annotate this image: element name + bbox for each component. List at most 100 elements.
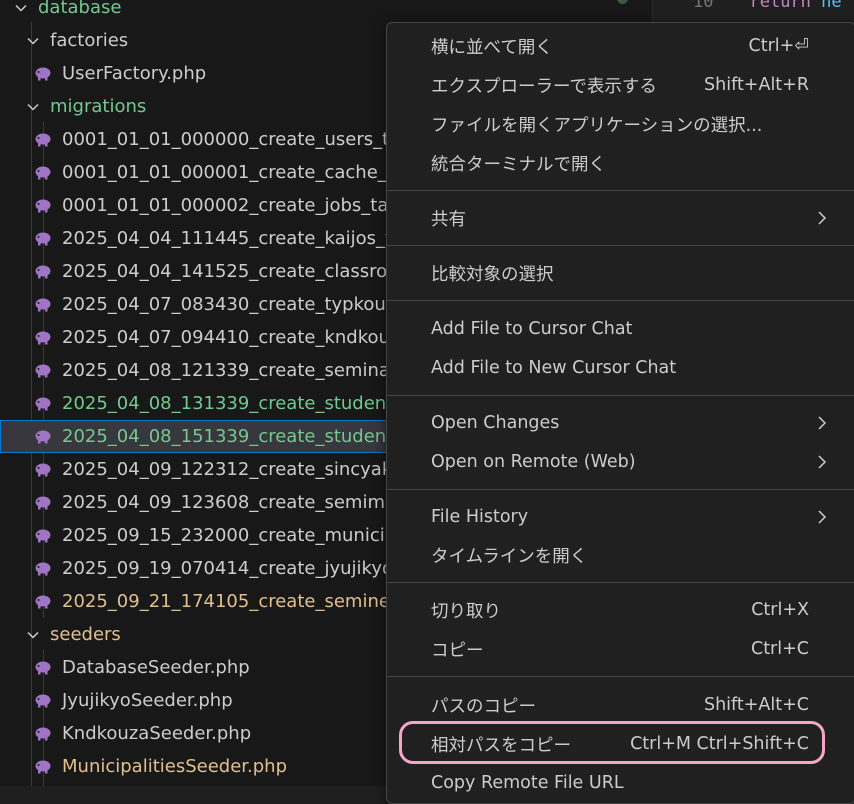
- menu-separator: [387, 489, 854, 490]
- file-label: 2025_04_04_111445_create_kaijos_tab: [62, 228, 415, 249]
- chevron-right-icon: [818, 416, 827, 430]
- menu-item-copy[interactable]: コピー Ctrl+C: [387, 630, 854, 668]
- menu-item-label: 統合ターミナルで開く: [431, 154, 606, 175]
- menu-item-label: 共有: [431, 209, 466, 230]
- chevron-down-icon: [24, 32, 42, 50]
- menu-item-open-in-terminal[interactable]: 統合ターミナルで開く: [387, 144, 854, 182]
- php-elephant-icon: [34, 496, 52, 510]
- keyword-token: return: [749, 0, 811, 12]
- menu-item-add-to-cursor-chat[interactable]: Add File to Cursor Chat: [387, 310, 854, 348]
- menu-item-copy-relative-path[interactable]: 相対パスをコピー Ctrl+M Ctrl+Shift+C: [387, 725, 854, 763]
- menu-item-label: コピー: [431, 640, 484, 661]
- chevron-down-icon: [24, 98, 42, 116]
- menu-item-label: エクスプローラーで表示する: [431, 76, 657, 97]
- modified-dot-icon: [617, 0, 628, 4]
- folder-label: seeders: [50, 624, 121, 645]
- php-elephant-icon: [34, 364, 52, 378]
- menu-item-label: ファイルを開くアプリケーションの選択...: [431, 115, 763, 136]
- php-elephant-icon: [34, 529, 52, 543]
- menu-separator: [387, 395, 854, 396]
- php-elephant-icon: [34, 562, 52, 576]
- folder-label: migrations: [50, 96, 147, 117]
- menu-item-label: 比較対象の選択: [431, 264, 554, 285]
- menu-item-file-history[interactable]: File History: [387, 498, 854, 536]
- menu-item-add-to-new-cursor-chat[interactable]: Add File to New Cursor Chat: [387, 349, 854, 387]
- menu-item-label: Add File to New Cursor Chat: [431, 358, 677, 378]
- file-label: 2025_04_07_083430_create_typkouzas: [62, 294, 416, 315]
- file-label: DatabaseSeeder.php: [62, 657, 250, 678]
- chevron-right-icon: [818, 211, 827, 225]
- file-label: 2025_04_08_121339_create_seminars_: [62, 360, 416, 381]
- chevron-right-icon: [818, 455, 827, 469]
- menu-item-shortcut: Shift+Alt+R: [704, 75, 809, 95]
- file-label: 2025_04_08_131339_create_studentda: [62, 393, 416, 414]
- file-label: JyujikyoSeeder.php: [62, 690, 233, 711]
- file-label: 2025_04_08_151339_create_students_: [62, 426, 412, 447]
- php-elephant-icon: [34, 661, 52, 675]
- menu-item-share[interactable]: 共有: [387, 199, 854, 237]
- menu-item-reveal-in-explorer[interactable]: エクスプローラーで表示する Shift+Alt+R: [387, 66, 854, 104]
- menu-separator: [387, 190, 854, 191]
- php-elephant-icon: [34, 331, 52, 345]
- file-label: 2025_04_09_123608_create_semimess: [62, 492, 415, 513]
- file-label: 2025_09_21_174105_create_seminerda: [62, 591, 420, 612]
- menu-item-open-changes[interactable]: Open Changes: [387, 404, 854, 442]
- php-elephant-icon: [34, 727, 52, 741]
- menu-item-label: 相対パスをコピー: [431, 735, 571, 756]
- php-elephant-icon: [34, 199, 52, 213]
- menu-separator: [387, 300, 854, 301]
- php-elephant-icon: [34, 397, 52, 411]
- file-label: 2025_04_07_094410_create_kndkouza: [62, 327, 411, 348]
- menu-item-shortcut: Ctrl+⏎: [748, 36, 809, 56]
- file-label: MunicipalitiesSeeder.php: [62, 756, 288, 777]
- menu-item-select-for-compare[interactable]: 比較対象の選択: [387, 254, 854, 292]
- menu-item-shortcut: Ctrl+X: [751, 600, 809, 620]
- php-elephant-icon: [34, 67, 52, 81]
- php-elephant-icon: [34, 265, 52, 279]
- folder-label: database: [38, 0, 122, 18]
- php-elephant-icon: [34, 595, 52, 609]
- menu-item-copy-path[interactable]: パスのコピー Shift+Alt+C: [387, 686, 854, 724]
- menu-item-open-to-side[interactable]: 横に並べて開く Ctrl+⏎: [387, 27, 854, 65]
- file-label: 2025_09_19_070414_create_jyujikyos_: [62, 558, 412, 579]
- menu-item-label: 横に並べて開く: [431, 37, 553, 58]
- menu-separator: [387, 245, 854, 246]
- php-elephant-icon: [34, 760, 52, 774]
- code-token: ne: [821, 0, 842, 12]
- menu-separator: [387, 676, 854, 677]
- menu-item-label: 切り取り: [431, 601, 501, 622]
- chevron-right-icon: [818, 510, 827, 524]
- file-label: UserFactory.php: [62, 63, 207, 84]
- context-menu: 横に並べて開く Ctrl+⏎ エクスプローラーで表示する Shift+Alt+R…: [386, 22, 854, 804]
- file-label: 0001_01_01_000001_create_cache_tab: [62, 162, 417, 183]
- menu-item-shortcut: Shift+Alt+C: [703, 695, 809, 715]
- menu-item-label: Open on Remote (Web): [431, 452, 636, 472]
- menu-item-label: パスのコピー: [431, 696, 536, 717]
- php-elephant-icon: [34, 694, 52, 708]
- menu-item-label: タイムラインを開く: [431, 546, 588, 567]
- file-label: 0001_01_01_000002_create_jobs_table: [62, 195, 416, 216]
- php-elephant-icon: [34, 133, 52, 147]
- php-elephant-icon: [34, 232, 52, 246]
- php-elephant-icon: [34, 463, 52, 477]
- php-elephant-icon: [34, 298, 52, 312]
- menu-item-open-on-remote[interactable]: Open on Remote (Web): [387, 443, 854, 481]
- menu-item-label: Open Changes: [431, 413, 560, 433]
- menu-item-copy-remote-url[interactable]: Copy Remote File URL: [387, 764, 854, 802]
- menu-separator: [387, 582, 854, 583]
- menu-item-cut[interactable]: 切り取り Ctrl+X: [387, 591, 854, 629]
- php-elephant-icon: [34, 430, 52, 444]
- php-elephant-icon: [34, 166, 52, 180]
- menu-item-open-timeline[interactable]: タイムラインを開く: [387, 536, 854, 574]
- menu-item-shortcut: Ctrl+M Ctrl+Shift+C: [630, 734, 809, 754]
- chevron-down-icon: [12, 0, 30, 17]
- menu-item-label: Add File to Cursor Chat: [431, 319, 633, 339]
- file-label: 0001_01_01_000000_create_users_tabl: [62, 129, 417, 150]
- chevron-down-icon: [24, 626, 42, 644]
- file-label: 2025_04_04_141525_create_classroom: [62, 261, 416, 282]
- line-number: 10: [693, 0, 714, 12]
- code-line: 10 return ne: [693, 0, 842, 12]
- menu-item-open-with[interactable]: ファイルを開くアプリケーションの選択...: [387, 105, 854, 143]
- tree-folder-database[interactable]: database: [0, 0, 652, 24]
- file-label: 2025_09_15_232000_create_municipal: [62, 525, 413, 546]
